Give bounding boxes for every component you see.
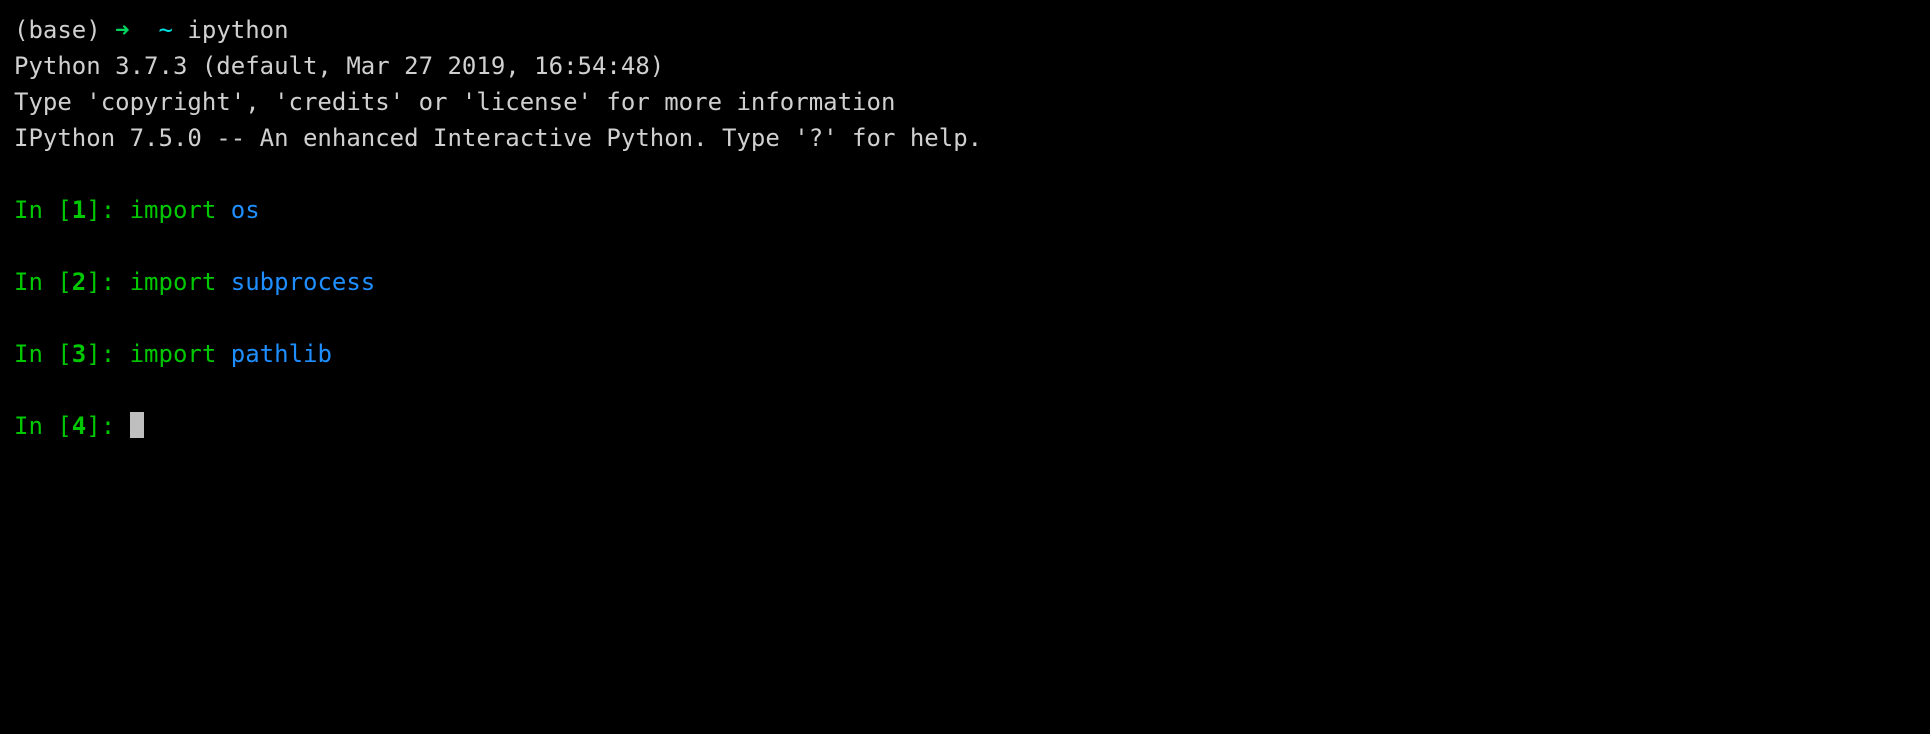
in-prompt-prefix: In [: [14, 412, 72, 440]
conda-env: (base): [14, 16, 101, 44]
in-prompt-suffix: ]:: [86, 340, 129, 368]
shell-command: ipython: [187, 16, 288, 44]
in-prompt-prefix: In [: [14, 196, 72, 224]
python-help-line: Type 'copyright', 'credits' or 'license'…: [14, 84, 1916, 120]
in-prompt-number: 4: [72, 412, 86, 440]
cursor-icon: [130, 412, 144, 438]
prompt-arrow-icon: ➜: [115, 16, 129, 44]
python-keyword: import: [130, 196, 217, 224]
ipython-cell: In [1]: import os: [14, 192, 1916, 228]
ipython-cell: In [2]: import subprocess: [14, 264, 1916, 300]
python-module: pathlib: [231, 340, 332, 368]
python-module: subprocess: [231, 268, 376, 296]
shell-prompt-line: (base) ➜ ~ ipython: [14, 12, 1916, 48]
in-prompt-suffix: ]:: [86, 196, 129, 224]
in-prompt-number: 2: [72, 268, 86, 296]
in-prompt-number: 1: [72, 196, 86, 224]
in-prompt-number: 3: [72, 340, 86, 368]
python-keyword: import: [130, 340, 217, 368]
in-prompt-prefix: In [: [14, 340, 72, 368]
ipython-version-line: IPython 7.5.0 -- An enhanced Interactive…: [14, 120, 1916, 156]
python-keyword: import: [130, 268, 217, 296]
in-prompt-suffix: ]:: [86, 412, 129, 440]
python-version-line: Python 3.7.3 (default, Mar 27 2019, 16:5…: [14, 48, 1916, 84]
ipython-current-cell[interactable]: In [4]:: [14, 408, 1916, 444]
ipython-cell: In [3]: import pathlib: [14, 336, 1916, 372]
cwd: ~: [159, 16, 173, 44]
in-prompt-prefix: In [: [14, 268, 72, 296]
python-module: os: [231, 196, 260, 224]
in-prompt-suffix: ]:: [86, 268, 129, 296]
